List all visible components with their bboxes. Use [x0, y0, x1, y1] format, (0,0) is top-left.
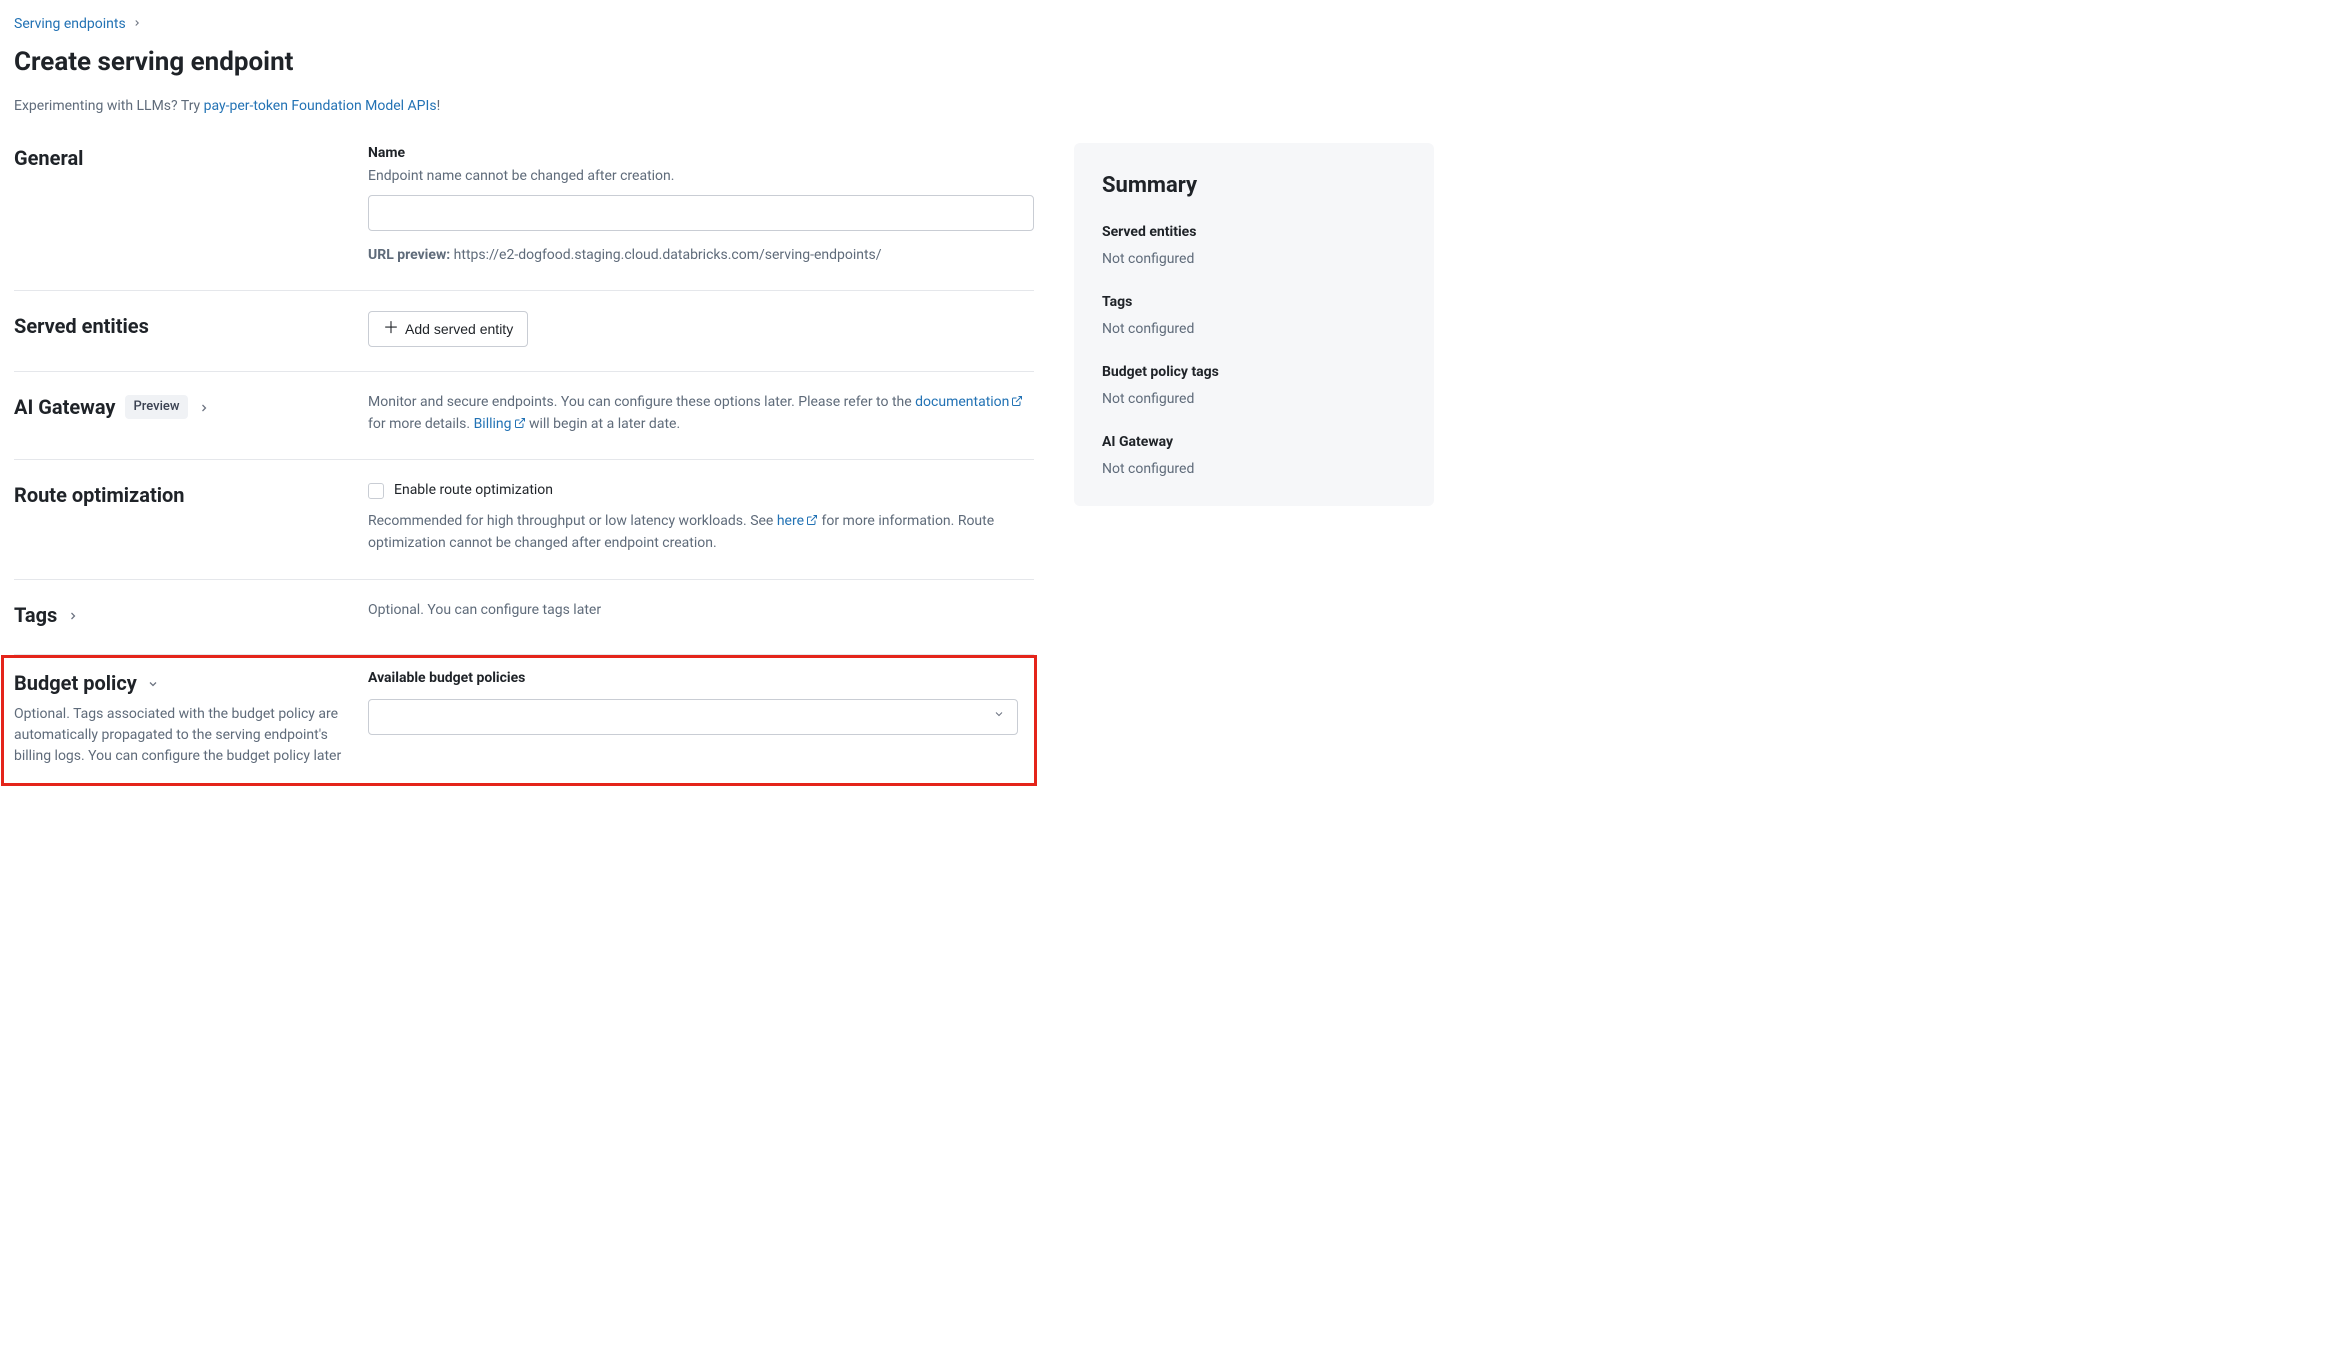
summary-item-budget-policy-tags: Budget policy tags Not configured [1102, 362, 1406, 410]
summary-item-tags: Tags Not configured [1102, 292, 1406, 340]
ai-gateway-desc-2: for more details. [368, 416, 474, 432]
general-heading: General [14, 143, 344, 173]
add-served-entity-label: Add served entity [405, 321, 513, 337]
section-served-entities: Served entities ＋ Add served entity [14, 291, 1034, 372]
promo-line: Experimenting with LLMs? Try pay-per-tok… [14, 96, 2322, 117]
billing-link[interactable]: Billing [474, 416, 526, 432]
name-label: Name [368, 143, 1034, 164]
summary-item-served-entities: Served entities Not configured [1102, 222, 1406, 270]
ai-gateway-heading: AI Gateway [14, 392, 115, 422]
served-entities-heading: Served entities [14, 311, 344, 341]
chevron-right-icon [132, 14, 142, 35]
documentation-link[interactable]: documentation [915, 394, 1023, 410]
budget-policy-sub: Optional. Tags associated with the budge… [14, 704, 344, 767]
section-budget-policy: Budget policy Optional. Tags associated … [14, 668, 1018, 767]
summary-item-value: Not configured [1102, 389, 1406, 410]
page-title: Create serving endpoint [14, 43, 2322, 82]
summary-item-value: Not configured [1102, 459, 1406, 480]
chevron-down-icon[interactable] [147, 668, 159, 698]
summary-item-label: Served entities [1102, 222, 1406, 243]
plus-icon: ＋ [383, 321, 399, 337]
section-ai-gateway: AI Gateway Preview Monitor and secure en… [14, 372, 1034, 460]
add-served-entity-button[interactable]: ＋ Add served entity [368, 311, 528, 347]
chevron-right-icon[interactable] [67, 600, 79, 630]
section-tags: Tags Optional. You can configure tags la… [14, 580, 1034, 655]
tags-heading: Tags [14, 600, 57, 630]
section-route-optimization: Route optimization Enable route optimiza… [14, 460, 1034, 579]
budget-policy-select[interactable] [368, 699, 1018, 735]
here-link[interactable]: here [777, 513, 818, 529]
summary-item-value: Not configured [1102, 249, 1406, 270]
name-input[interactable] [368, 195, 1034, 231]
route-opt-desc-1: Recommended for high throughput or low l… [368, 513, 777, 529]
summary-item-ai-gateway: AI Gateway Not configured [1102, 432, 1406, 480]
summary-item-label: Tags [1102, 292, 1406, 313]
available-budget-policies-label: Available budget policies [368, 668, 1018, 689]
promo-suffix: ! [437, 98, 441, 114]
ai-gateway-desc-1: Monitor and secure endpoints. You can co… [368, 394, 915, 410]
breadcrumb: Serving endpoints [14, 14, 2322, 35]
route-optimization-heading: Route optimization [14, 480, 344, 510]
breadcrumb-parent-link[interactable]: Serving endpoints [14, 14, 126, 35]
preview-badge: Preview [125, 395, 187, 419]
summary-title: Summary [1102, 169, 1406, 202]
summary-panel: Summary Served entities Not configured T… [1074, 143, 1434, 506]
summary-item-label: AI Gateway [1102, 432, 1406, 453]
url-preview-label: URL preview: [368, 247, 450, 263]
section-general: General Name Endpoint name cannot be cha… [14, 143, 1034, 291]
chevron-down-icon [993, 706, 1005, 727]
promo-link[interactable]: pay-per-token Foundation Model APIs [204, 98, 437, 114]
enable-route-optimization-checkbox[interactable] [368, 483, 384, 499]
promo-prefix: Experimenting with LLMs? Try [14, 98, 204, 114]
enable-route-optimization-label: Enable route optimization [394, 480, 553, 501]
chevron-right-icon[interactable] [198, 392, 210, 422]
summary-item-value: Not configured [1102, 319, 1406, 340]
name-hint: Endpoint name cannot be changed after cr… [368, 166, 1034, 187]
summary-item-label: Budget policy tags [1102, 362, 1406, 383]
budget-policy-highlight: Budget policy Optional. Tags associated … [1, 655, 1037, 786]
budget-policy-heading: Budget policy [14, 668, 137, 698]
tags-desc: Optional. You can configure tags later [368, 600, 1034, 622]
ai-gateway-desc-3: will begin at a later date. [526, 416, 681, 432]
url-preview-value: https://e2-dogfood.staging.cloud.databri… [454, 247, 882, 263]
